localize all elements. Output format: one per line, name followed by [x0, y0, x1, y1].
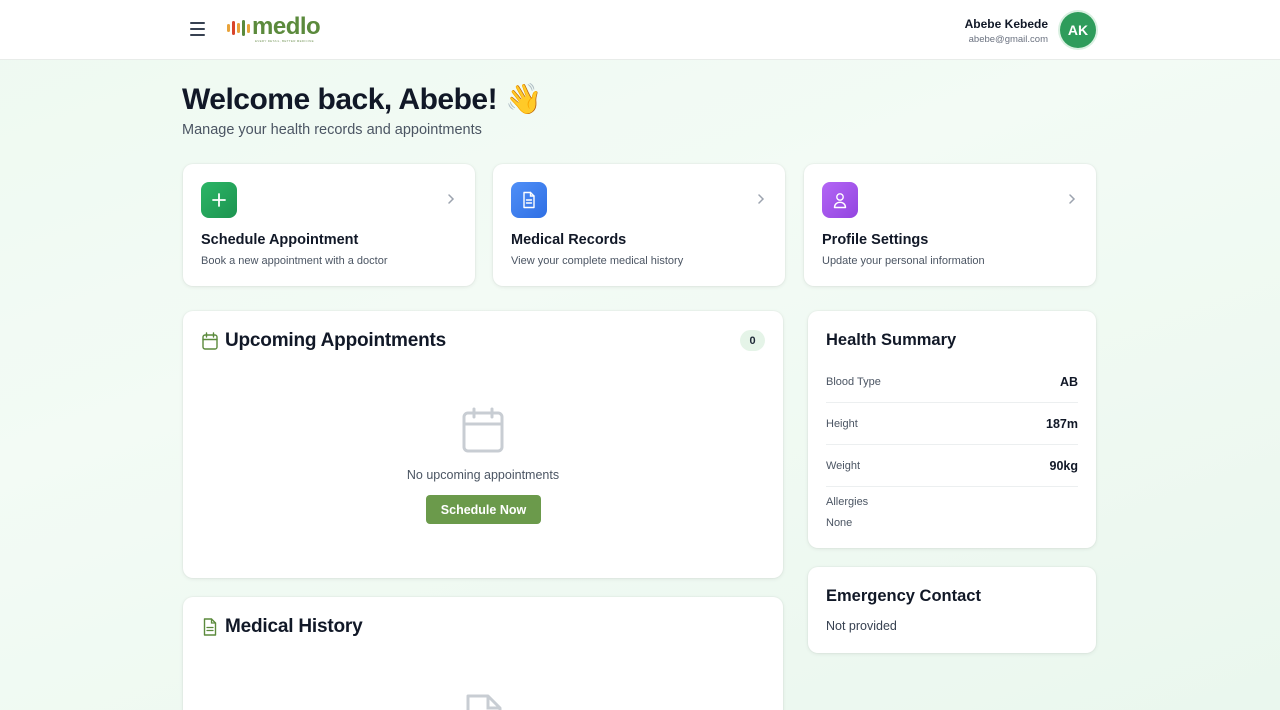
medical-history-panel: Medical History — [183, 597, 783, 710]
document-icon — [511, 182, 547, 218]
height-row: Height 187m — [826, 403, 1078, 445]
chevron-right-icon — [757, 192, 765, 210]
allergies-label: Allergies — [826, 496, 869, 508]
empty-state-text: No upcoming appointments — [406, 468, 560, 482]
action-description: Update your personal information — [822, 255, 985, 267]
chevron-right-icon — [1068, 192, 1076, 210]
logo-tagline: EVERY DETAIL, BETTER MEDICINE — [255, 39, 314, 43]
hs-label: Weight — [826, 460, 861, 472]
logo-bars-icon — [227, 14, 250, 42]
avatar[interactable]: AK — [1060, 12, 1096, 48]
action-title: Profile Settings — [822, 232, 929, 248]
blood-type-row: Blood Type AB — [826, 361, 1078, 403]
top-navbar: medlo EVERY DETAIL, BETTER MEDICINE Abeb… — [0, 0, 1280, 60]
chevron-right-icon — [447, 192, 455, 210]
health-summary-panel: Health Summary Blood Type AB Height 187m… — [808, 311, 1096, 548]
hamburger-menu-icon[interactable] — [187, 18, 209, 40]
action-description: Book a new appointment with a doctor — [201, 255, 388, 267]
user-email: abebe@gmail.com — [968, 34, 1048, 45]
appointment-count-badge: 0 — [740, 330, 765, 351]
schedule-appointment-card[interactable]: Schedule Appointment Book a new appointm… — [183, 164, 475, 286]
weight-row: Weight 90kg — [826, 445, 1078, 487]
section-title: Upcoming Appointments — [225, 330, 446, 351]
emergency-contact-panel: Emergency Contact Not provided — [808, 567, 1096, 653]
schedule-now-button[interactable]: Schedule Now — [426, 495, 541, 524]
hs-value: AB — [1059, 375, 1078, 389]
action-title: Schedule Appointment — [201, 232, 359, 248]
hs-value: 187m — [1046, 417, 1078, 431]
emergency-contact-value: Not provided — [826, 619, 897, 633]
action-title: Medical Records — [511, 232, 627, 248]
user-icon — [822, 182, 858, 218]
section-title: Emergency Contact — [826, 587, 981, 605]
medlo-logo[interactable]: medlo EVERY DETAIL, BETTER MEDICINE — [227, 13, 321, 43]
hs-label: Blood Type — [826, 376, 881, 388]
upcoming-appointments-panel: Upcoming Appointments 0 No upcoming appo… — [183, 311, 783, 578]
empty-calendar-icon — [462, 407, 504, 458]
empty-document-icon — [465, 693, 503, 710]
profile-settings-card[interactable]: Profile Settings Update your personal in… — [804, 164, 1096, 286]
user-info: Abebe Kebede abebe@gmail.com — [965, 17, 1048, 45]
calendar-icon — [202, 332, 218, 355]
action-description: View your complete medical history — [511, 255, 684, 267]
hs-value: 90kg — [1049, 459, 1079, 473]
user-name: Abebe Kebede — [964, 17, 1048, 31]
medical-records-card[interactable]: Medical Records View your complete medic… — [493, 164, 785, 286]
page-subtitle: Manage your health records and appointme… — [182, 122, 482, 138]
section-title: Health Summary — [826, 331, 957, 349]
allergies-value: None — [826, 517, 853, 529]
document-icon — [203, 618, 217, 641]
logo-text: medlo — [252, 13, 321, 40]
page-title: Welcome back, Abebe! 👋 — [182, 83, 542, 116]
hs-label: Height — [826, 418, 858, 430]
section-title: Medical History — [225, 616, 363, 637]
plus-icon — [201, 182, 237, 218]
